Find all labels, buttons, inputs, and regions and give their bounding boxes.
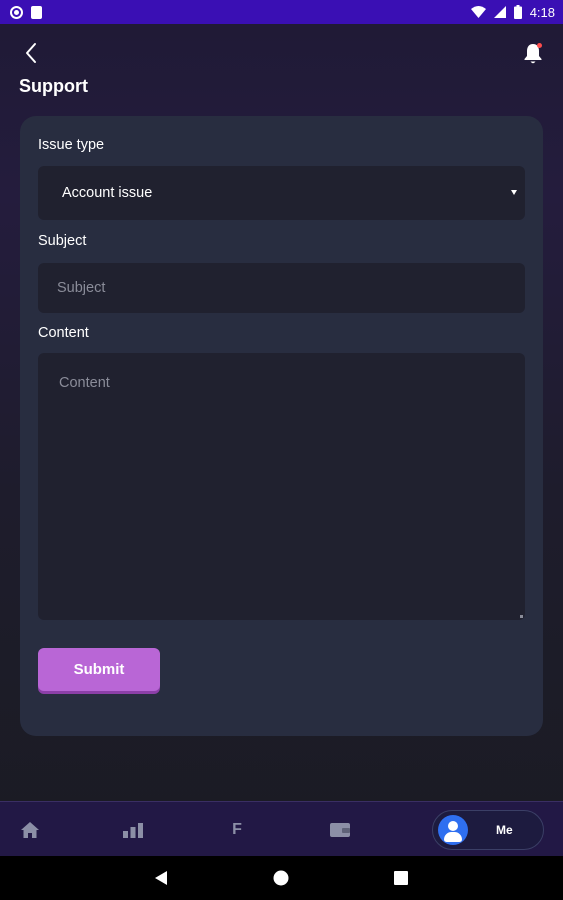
tab-f-label: F [232,820,242,838]
page-title: Support [19,76,88,96]
notification-badge-dot [537,43,542,48]
recents-square-icon [394,871,408,885]
chevron-left-icon [26,43,36,63]
signal-icon [493,6,506,18]
issue-type-selected-value: Account issue [62,185,153,201]
bar-chart-icon [123,822,143,838]
status-left [10,5,42,19]
dropdown-arrow-icon [511,190,517,195]
content-field-container [38,353,525,620]
nav-home-button[interactable] [259,856,303,900]
tab-me-label: Me [496,823,513,837]
subject-label: Subject [38,233,87,249]
resize-handle-icon[interactable] [520,615,523,618]
home-icon [21,821,39,838]
wallet-icon [330,822,350,837]
content-label: Content [38,325,89,341]
notification-button[interactable] [518,39,548,69]
user-avatar-icon [438,815,468,845]
wifi-icon [470,6,486,18]
system-navigation-bar [0,856,563,900]
support-form-card: Issue type Account issue Subject Content… [20,116,543,736]
status-time: 4:18 [529,4,555,20]
subject-field-container [38,263,525,313]
subject-input[interactable] [57,280,525,296]
battery-icon [513,5,522,19]
tab-me[interactable]: Me [432,810,544,850]
issue-type-label: Issue type [38,137,105,153]
content-textarea[interactable] [59,375,504,598]
avatar-head [448,821,458,831]
back-triangle-icon [155,871,167,885]
status-right: 4:18 [470,4,555,20]
nav-recents-button[interactable] [379,856,423,900]
avatar-body [444,832,462,842]
home-circle-icon [273,870,289,886]
tab-stats[interactable] [103,802,163,857]
status-bar: 4:18 [0,0,563,24]
issue-type-select[interactable]: Account issue [38,166,525,220]
nav-back-button[interactable] [139,856,183,900]
back-button[interactable] [16,38,46,68]
tab-home[interactable] [0,802,60,857]
submit-button[interactable]: Submit [38,648,160,691]
bottom-tab-bar: F Me [0,801,563,856]
circle-notification-icon [10,5,23,19]
tab-f[interactable]: F [207,802,267,857]
tab-wallet[interactable] [310,802,370,857]
sim-card-icon [31,5,42,19]
